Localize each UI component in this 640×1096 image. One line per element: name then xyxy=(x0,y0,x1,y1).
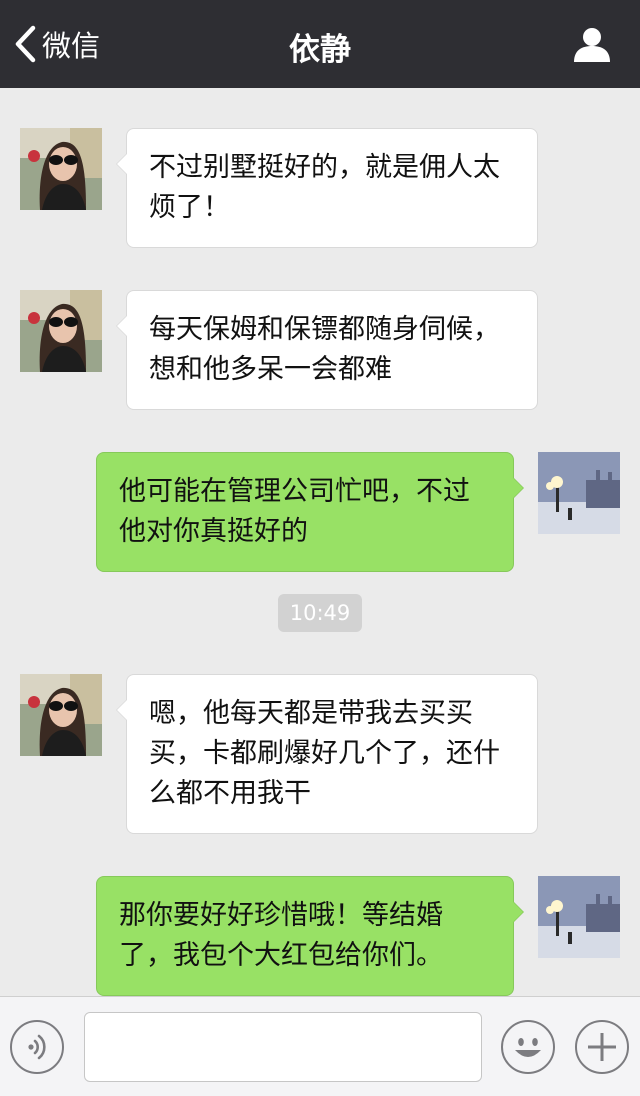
my-avatar[interactable] xyxy=(538,452,620,534)
input-bar xyxy=(0,996,640,1096)
emoji-button[interactable] xyxy=(501,1020,555,1074)
message-text: 他可能在管理公司忙吧，不过他对你真挺好的 xyxy=(119,476,470,547)
contact-avatar[interactable] xyxy=(20,674,102,756)
nav-bar: 微信 依静 xyxy=(0,0,640,88)
message-bubble-received[interactable]: 不过别墅挺好的，就是佣人太烦了！ xyxy=(116,128,538,248)
message-input[interactable] xyxy=(84,1012,482,1082)
voice-button[interactable] xyxy=(10,1020,64,1074)
more-button[interactable] xyxy=(575,1020,629,1074)
emoji-icon xyxy=(503,1038,553,1076)
person-icon xyxy=(572,28,612,68)
message-bubble-sent[interactable]: 他可能在管理公司忙吧，不过他对你真挺好的 xyxy=(96,452,524,572)
message-text: 每天保姆和保镖都随身伺候，想和他多呆一会都难 xyxy=(149,314,500,385)
contact-avatar[interactable] xyxy=(20,128,102,210)
message-bubble-received[interactable]: 每天保姆和保镖都随身伺候，想和他多呆一会都难 xyxy=(116,290,538,410)
message-bubble-sent[interactable]: 那你要好好珍惜哦！等结婚了，我包个大红包给你们。 xyxy=(96,876,524,996)
timestamp: 10:49 xyxy=(278,594,362,632)
message-text: 不过别墅挺好的，就是佣人太烦了！ xyxy=(149,152,500,223)
contact-avatar[interactable] xyxy=(20,290,102,372)
voice-icon xyxy=(12,1034,62,1076)
chat-title: 依静 xyxy=(289,32,351,68)
profile-button[interactable] xyxy=(572,24,612,64)
message-text: 那你要好好珍惜哦！等结婚了，我包个大红包给你们。 xyxy=(119,900,443,971)
plus-icon xyxy=(577,1033,627,1076)
my-avatar[interactable] xyxy=(538,876,620,958)
message-bubble-received[interactable]: 嗯，他每天都是带我去买买买，卡都刷爆好几个了，还什么都不用我干 xyxy=(116,674,538,834)
message-text: 嗯，他每天都是带我去买买买，卡都刷爆好几个了，还什么都不用我干 xyxy=(149,698,500,809)
